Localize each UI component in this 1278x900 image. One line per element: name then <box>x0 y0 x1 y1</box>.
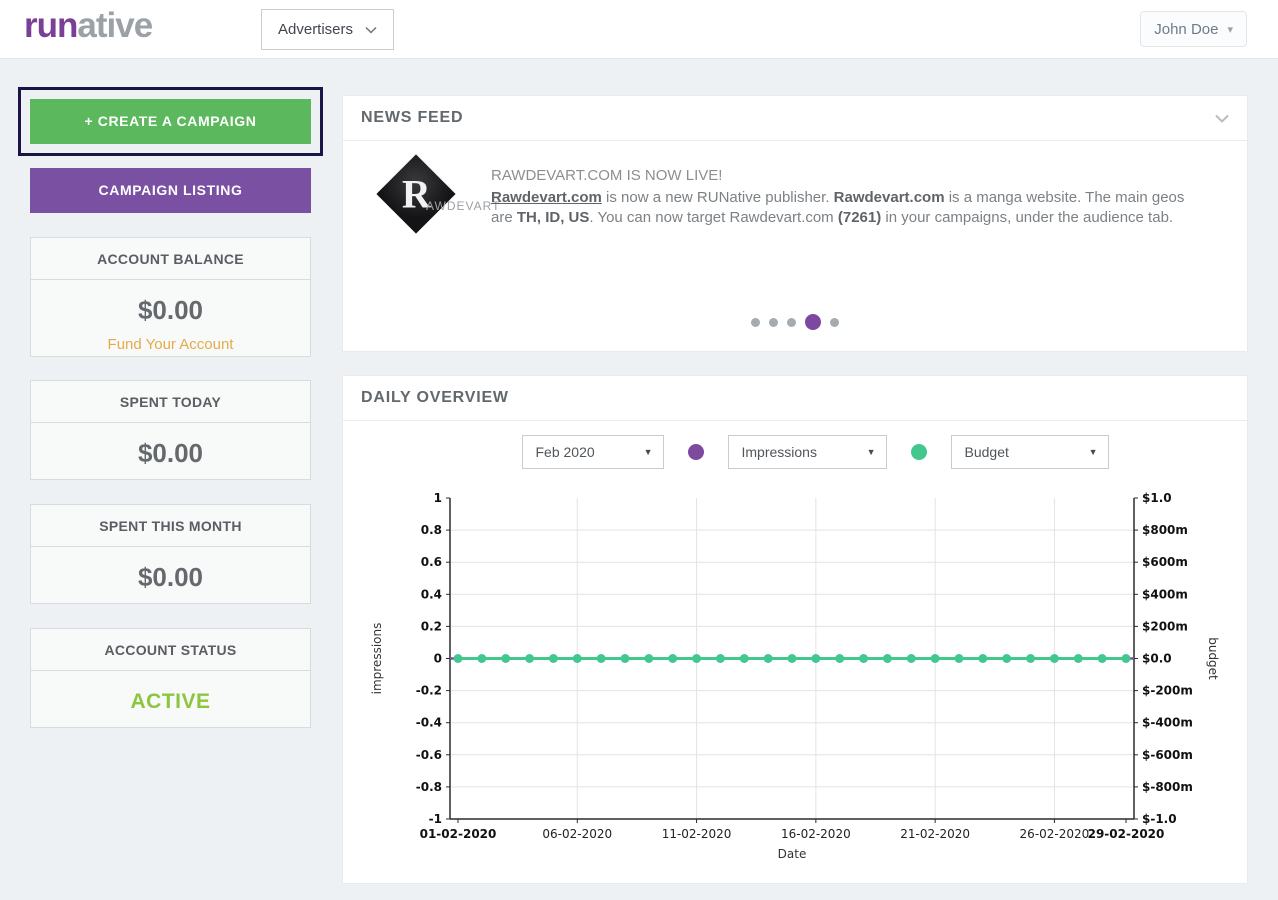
svg-text:-0.4: -0.4 <box>416 716 442 730</box>
news-body: Rawdevart.com is now a new RUNative publ… <box>491 188 1203 228</box>
svg-text:-1: -1 <box>429 812 442 826</box>
account-balance-card: ACCOUNT BALANCE $0.00 Fund Your Account <box>30 237 311 357</box>
svg-text:11-02-2020: 11-02-2020 <box>662 827 732 841</box>
user-name-label: John Doe <box>1154 20 1219 38</box>
role-selector-label: Advertisers <box>278 21 354 38</box>
svg-text:-0.2: -0.2 <box>416 684 442 698</box>
svg-text:1: 1 <box>434 491 442 505</box>
svg-text:-0.6: -0.6 <box>416 748 442 762</box>
spent-today-card: SPENT TODAY $0.00 <box>30 380 311 480</box>
svg-text:$200m: $200m <box>1142 619 1188 633</box>
select-arrow-icon: ▼ <box>643 447 653 457</box>
svg-text:$-600m: $-600m <box>1142 748 1193 762</box>
select-arrow-icon: ▼ <box>866 447 876 457</box>
month-select-value: Feb 2020 <box>535 444 595 460</box>
carousel-dot-4[interactable] <box>805 314 821 330</box>
svg-text:0.6: 0.6 <box>421 555 442 569</box>
svg-text:26-02-2020: 26-02-2020 <box>1020 827 1090 841</box>
campaign-listing-button[interactable]: CAMPAIGN LISTING <box>30 168 311 213</box>
news-feed-header: NEWS FEED <box>343 96 1247 141</box>
daily-chart-svg: 1 $1.0 0.8 $800m 0.6 $600m 0.4 $400m 0.2 $200m 0 $0… <box>370 491 1220 861</box>
news-text-run: TH, ID, US <box>516 209 590 226</box>
svg-text:$1.0: $1.0 <box>1142 491 1172 505</box>
impressions-legend-dot <box>687 444 704 460</box>
carousel-dot-3[interactable] <box>787 317 796 327</box>
svg-text:impressions: impressions <box>370 623 384 695</box>
account-balance-value: $0.00 <box>137 295 204 325</box>
svg-text:$-400m: $-400m <box>1142 716 1193 730</box>
right-metric-select[interactable]: Budget ▼ <box>950 435 1109 469</box>
svg-text:Date: Date <box>778 847 807 861</box>
budget-legend-dot <box>910 444 927 460</box>
account-status-card: ACCOUNT STATUS ACTIVE <box>30 628 311 728</box>
chart-controls: Feb 2020 ▼ Impressions ▼ Budget ▼ <box>343 435 1247 469</box>
chevron-down-icon <box>365 21 377 38</box>
create-campaign-highlight-box: + CREATE A CAMPAIGN <box>18 87 323 156</box>
svg-text:06-02-2020: 06-02-2020 <box>542 827 612 841</box>
role-selector-dropdown[interactable]: Advertisers <box>261 9 395 50</box>
svg-text:-0.8: -0.8 <box>416 780 442 794</box>
news-text-run: . You can now target Rawdevart.com <box>589 209 838 226</box>
news-text-run: Rawdevart.com <box>833 189 945 206</box>
spent-this-month-value: $0.00 <box>137 562 204 592</box>
news-headline: RAWDEVART.COM IS NOW LIVE! <box>491 167 723 184</box>
carousel-dot-5[interactable] <box>830 317 839 327</box>
svg-text:$0.0: $0.0 <box>1142 652 1172 666</box>
svg-text:0.2: 0.2 <box>421 619 442 633</box>
news-feed-panel: NEWS FEED R AWDEVART RAWDEVART.COM IS NO… <box>342 95 1248 352</box>
spent-today-title: SPENT TODAY <box>31 381 310 423</box>
logo-run: run <box>24 6 78 45</box>
svg-text:01-02-2020: 01-02-2020 <box>420 827 497 841</box>
runative-logo[interactable]: runative <box>24 6 153 46</box>
user-menu-dropdown[interactable]: John Doe ▾ <box>1140 11 1247 47</box>
account-status-value: ACTIVE <box>130 690 211 713</box>
select-arrow-icon: ▼ <box>1088 447 1098 457</box>
carousel-dot-2[interactable] <box>769 317 778 327</box>
spent-this-month-card: SPENT THIS MONTH $0.00 <box>30 504 311 604</box>
account-balance-title: ACCOUNT BALANCE <box>31 238 310 280</box>
svg-text:0.8: 0.8 <box>421 523 442 537</box>
svg-text:$800m: $800m <box>1142 523 1188 537</box>
create-campaign-button[interactable]: + CREATE A CAMPAIGN <box>30 99 311 144</box>
daily-overview-panel: DAILY OVERVIEW Feb 2020 ▼ Impressions ▼ … <box>342 375 1248 884</box>
news-text-run: (7261) <box>837 209 882 226</box>
news-carousel-dots <box>343 312 1247 332</box>
right-metric-value: Budget <box>964 444 1009 460</box>
svg-text:0: 0 <box>434 652 442 666</box>
svg-text:$-200m: $-200m <box>1142 684 1193 698</box>
daily-overview-header: DAILY OVERVIEW <box>343 376 1247 421</box>
logo-ative: ative <box>77 6 153 45</box>
svg-text:21-02-2020: 21-02-2020 <box>900 827 970 841</box>
news-feed-title: NEWS FEED <box>361 109 464 126</box>
carousel-dot-1[interactable] <box>751 317 760 327</box>
rawdevart-diamond-icon: R <box>376 154 456 234</box>
rawdevart-wordmark: AWDEVART <box>426 199 501 213</box>
daily-overview-title: DAILY OVERVIEW <box>361 389 509 406</box>
top-bar: runative Advertisers John Doe ▾ <box>0 0 1278 59</box>
news-text-run: is now a new RUNative publisher. <box>601 189 834 206</box>
svg-text:0.4: 0.4 <box>421 587 442 601</box>
news-text-run: in your campaigns, under the audience ta… <box>881 209 1174 226</box>
svg-text:29-02-2020: 29-02-2020 <box>1088 827 1165 841</box>
left-metric-value: Impressions <box>741 444 817 460</box>
svg-text:$600m: $600m <box>1142 555 1188 569</box>
fund-your-account-link[interactable]: Fund Your Account <box>31 336 310 353</box>
svg-text:$400m: $400m <box>1142 587 1188 601</box>
rawdevart-logo-image: R AWDEVART <box>376 154 499 236</box>
svg-text:16-02-2020: 16-02-2020 <box>781 827 851 841</box>
daily-chart: 1 $1.0 0.8 $800m 0.6 $600m 0.4 $400m 0.2 $200m 0 $0… <box>343 486 1249 861</box>
collapse-chevron-icon[interactable] <box>1215 114 1229 123</box>
news-link[interactable]: Rawdevart.com <box>491 189 602 206</box>
svg-text:$-1.0: $-1.0 <box>1142 812 1177 826</box>
month-select[interactable]: Feb 2020 ▼ <box>521 435 664 469</box>
account-status-title: ACCOUNT STATUS <box>31 629 310 671</box>
svg-text:budget: budget <box>1206 637 1220 680</box>
news-item: RAWDEVART.COM IS NOW LIVE! Rawdevart.com… <box>491 167 1203 228</box>
spent-this-month-title: SPENT THIS MONTH <box>31 505 310 547</box>
spent-today-value: $0.00 <box>137 438 204 468</box>
svg-text:$-800m: $-800m <box>1142 780 1193 794</box>
left-metric-select[interactable]: Impressions ▼ <box>727 435 887 469</box>
caret-down-icon: ▾ <box>1227 23 1233 36</box>
